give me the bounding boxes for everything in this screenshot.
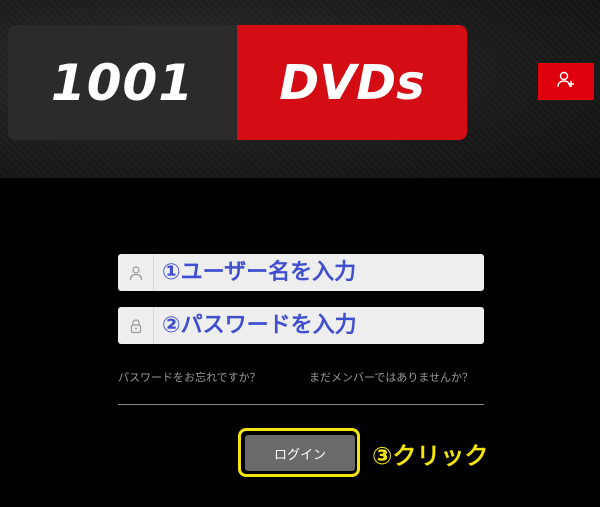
- login-button[interactable]: ログイン: [245, 435, 355, 471]
- step3-annotation: ③クリック: [372, 442, 489, 470]
- user-icon: [118, 254, 154, 291]
- logo-text-number: 1001: [8, 25, 237, 140]
- user-plus-icon: [556, 70, 576, 94]
- username-field[interactable]: [118, 253, 484, 292]
- lock-icon: [118, 307, 154, 344]
- signup-button[interactable]: [538, 63, 594, 100]
- divider: [118, 404, 484, 405]
- username-input[interactable]: [154, 253, 484, 292]
- forgot-password-link[interactable]: パスワードをお忘れですか？: [118, 369, 261, 385]
- password-input[interactable]: [154, 306, 484, 345]
- site-logo[interactable]: 1001 DVDs: [8, 25, 467, 140]
- logo-text-brand: DVDs: [237, 25, 467, 140]
- password-field[interactable]: [118, 306, 484, 345]
- signup-link[interactable]: まだメンバーではありませんか？: [309, 369, 473, 385]
